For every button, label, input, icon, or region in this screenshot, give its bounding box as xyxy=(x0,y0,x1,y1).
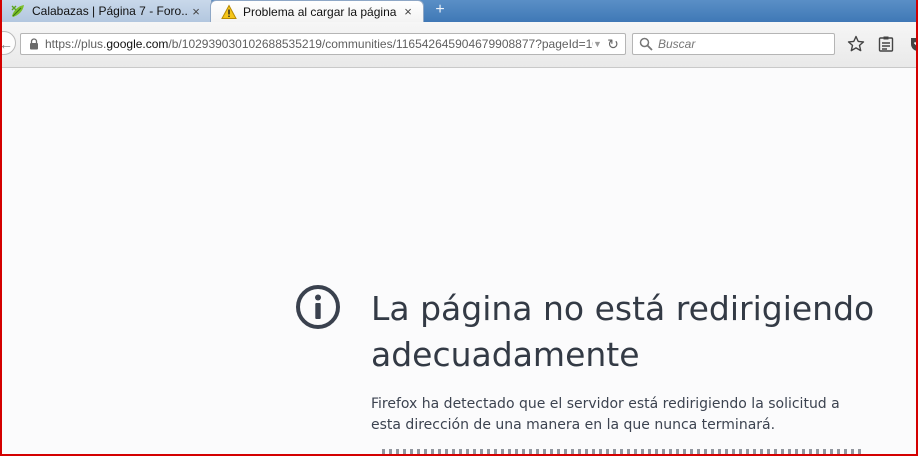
url-path: /b/102939030102688535219/communities/116… xyxy=(168,37,593,51)
tab-strip: Calabazas | Página 7 - Foro... × Problem… xyxy=(2,0,916,22)
truncated-text-line xyxy=(382,449,862,454)
url-bar[interactable]: https://plus.google.com/b/10293903010268… xyxy=(20,33,626,55)
reload-icon[interactable]: ↻ xyxy=(605,36,621,53)
info-icon xyxy=(296,285,340,329)
lock-icon xyxy=(30,38,38,50)
history-dropdown-icon[interactable]: ▼ xyxy=(593,39,605,49)
tab-title: Problema al cargar la página xyxy=(243,4,397,19)
reading-list-icon[interactable] xyxy=(877,35,895,53)
tab-close-icon[interactable]: × xyxy=(401,4,415,19)
back-button[interactable]: ← xyxy=(0,31,16,55)
search-placeholder: Buscar xyxy=(658,37,696,51)
error-description: Firefox ha detectado que el servidor est… xyxy=(371,396,840,433)
url-host: google.com xyxy=(106,37,169,51)
search-icon xyxy=(639,37,653,51)
warning-icon xyxy=(221,3,237,19)
url-prefix: https://plus. xyxy=(45,37,107,51)
search-bar[interactable]: Buscar xyxy=(632,33,835,55)
pocket-icon[interactable] xyxy=(909,35,918,53)
nav-bar: ← https://plus.google.com/b/102939030102… xyxy=(0,22,918,68)
star-icon[interactable] xyxy=(847,35,865,53)
tab-close-icon[interactable]: × xyxy=(189,4,203,19)
error-title: La página no está redirigiendo adecuadam… xyxy=(371,289,875,374)
leaf-favicon-icon xyxy=(11,5,24,17)
back-arrow-icon: ← xyxy=(0,36,13,52)
tab-problema[interactable]: Problema al cargar la página × xyxy=(210,0,424,22)
tab-calabazas[interactable]: Calabazas | Página 7 - Foro... × xyxy=(2,0,212,22)
tab-title: Calabazas | Página 7 - Foro... xyxy=(32,4,189,18)
new-tab-button[interactable]: + xyxy=(430,1,450,19)
url-text[interactable]: https://plus.google.com/b/10293903010268… xyxy=(45,37,593,51)
browser-window: Calabazas | Página 7 - Foro... × Problem… xyxy=(0,0,918,456)
